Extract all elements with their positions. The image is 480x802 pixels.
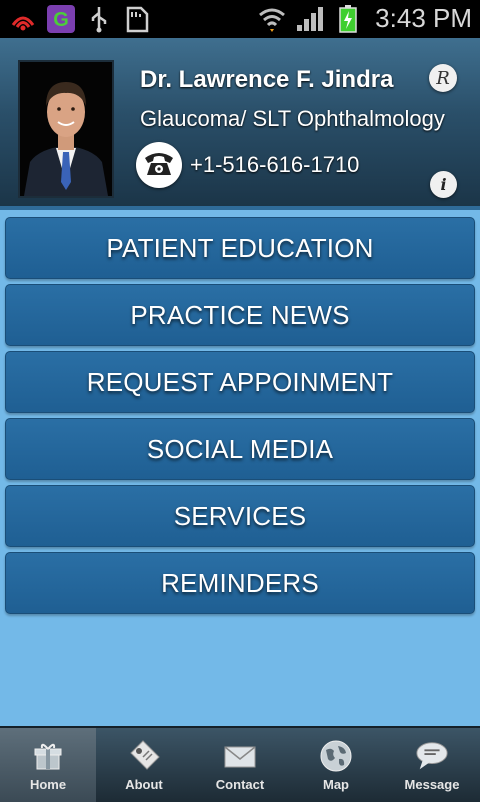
globe-icon: [319, 739, 353, 773]
nav-home-label: Home: [29, 776, 67, 792]
nav-about[interactable]: About: [96, 728, 192, 802]
nav-contact-label: Contact: [215, 776, 265, 792]
chat-bubble-icon: [415, 739, 449, 773]
info-button[interactable]: i: [430, 171, 457, 198]
nav-contact[interactable]: Contact: [192, 728, 288, 802]
nav-about-label: About: [125, 776, 163, 792]
nav-message[interactable]: Message: [384, 728, 480, 802]
app-g-icon: G: [46, 4, 76, 34]
main-menu: PATIENT EDUCATION PRACTICE NEWS REQUEST …: [5, 217, 475, 619]
gift-icon: [31, 739, 65, 773]
usb-icon: [84, 4, 114, 34]
doctor-specialty: Glaucoma/ SLT Ophthalmology: [140, 106, 445, 131]
svg-text:G: G: [53, 9, 69, 31]
request-appointment-button[interactable]: REQUEST APPOINMENT: [5, 351, 475, 413]
patient-education-button[interactable]: PATIENT EDUCATION: [5, 217, 475, 279]
cell-signal-icon: [295, 4, 325, 34]
nav-message-label: Message: [404, 776, 460, 792]
services-button[interactable]: SERVICES: [5, 485, 475, 547]
reminders-button[interactable]: REMINDERS: [5, 552, 475, 614]
r-button[interactable]: R: [429, 64, 457, 92]
social-media-button[interactable]: SOCIAL MEDIA: [5, 418, 475, 480]
practice-news-button[interactable]: PRACTICE NEWS: [5, 284, 475, 346]
nav-home[interactable]: Home: [0, 728, 96, 802]
wifi-icon: [257, 4, 287, 34]
bottom-nav: Home About Contact Map Message: [0, 726, 480, 802]
nav-map-label: Map: [323, 776, 349, 792]
doctor-name: Dr. Lawrence F. Jindra: [140, 66, 394, 93]
tag-icon: [127, 739, 161, 773]
doctor-photo: [18, 60, 114, 198]
battery-charging-icon: [333, 4, 363, 34]
signal-alert-icon: [8, 4, 38, 34]
status-time: 3:43 PM: [375, 3, 472, 33]
nav-map[interactable]: Map: [288, 728, 384, 802]
call-button[interactable]: [136, 142, 182, 188]
status-bar: G 3:43 PM: [0, 0, 480, 38]
phone-number[interactable]: +1-516-616-1710: [190, 152, 359, 178]
telephone-icon: [142, 148, 176, 183]
sd-card-icon: [122, 4, 152, 34]
envelope-icon: [223, 739, 257, 773]
doctor-header: Dr. Lawrence F. Jindra Glaucoma/ SLT Oph…: [0, 38, 480, 210]
